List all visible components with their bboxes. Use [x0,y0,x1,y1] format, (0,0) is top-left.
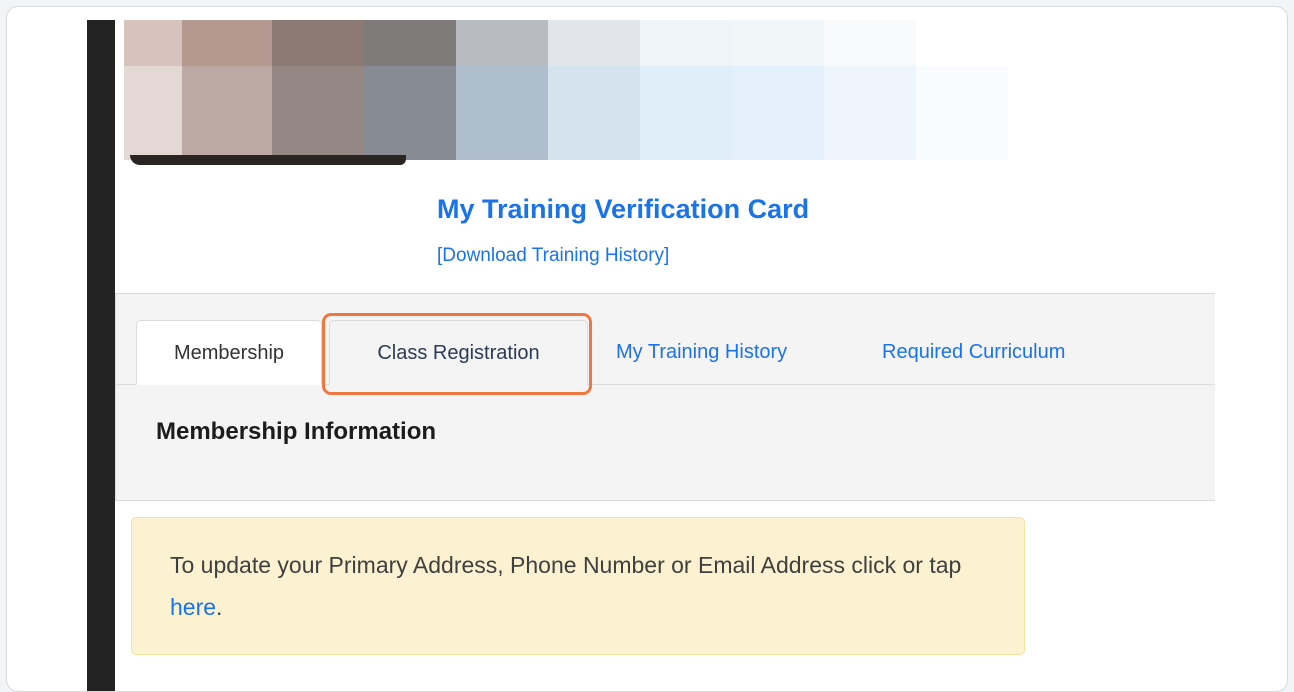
alert-text: To update your Primary Address, Phone Nu… [170,552,962,578]
address-update-alert: To update your Primary Address, Phone Nu… [131,517,1025,655]
screenshot-frame: My Training Verification Card [Download … [6,6,1288,692]
section-heading: Membership Information [156,418,437,445]
tab-required-curriculum[interactable]: Required Curriculum [882,320,1065,385]
photo-frame-edge [130,155,406,165]
sidebar-edge [87,20,115,691]
tab-panel: Membership Class Registration My Trainin… [115,293,1215,501]
profile-photo-pixelated [124,20,1012,160]
update-address-link[interactable]: here [170,594,216,620]
tab-class-registration[interactable]: Class Registration [329,320,588,385]
download-training-history-link[interactable]: [Download Training History] [437,245,669,267]
training-card-link[interactable]: My Training Verification Card [437,194,809,225]
tab-my-training-history[interactable]: My Training History [616,320,787,385]
tab-membership[interactable]: Membership [136,320,322,385]
alert-text-end: . [216,594,223,620]
